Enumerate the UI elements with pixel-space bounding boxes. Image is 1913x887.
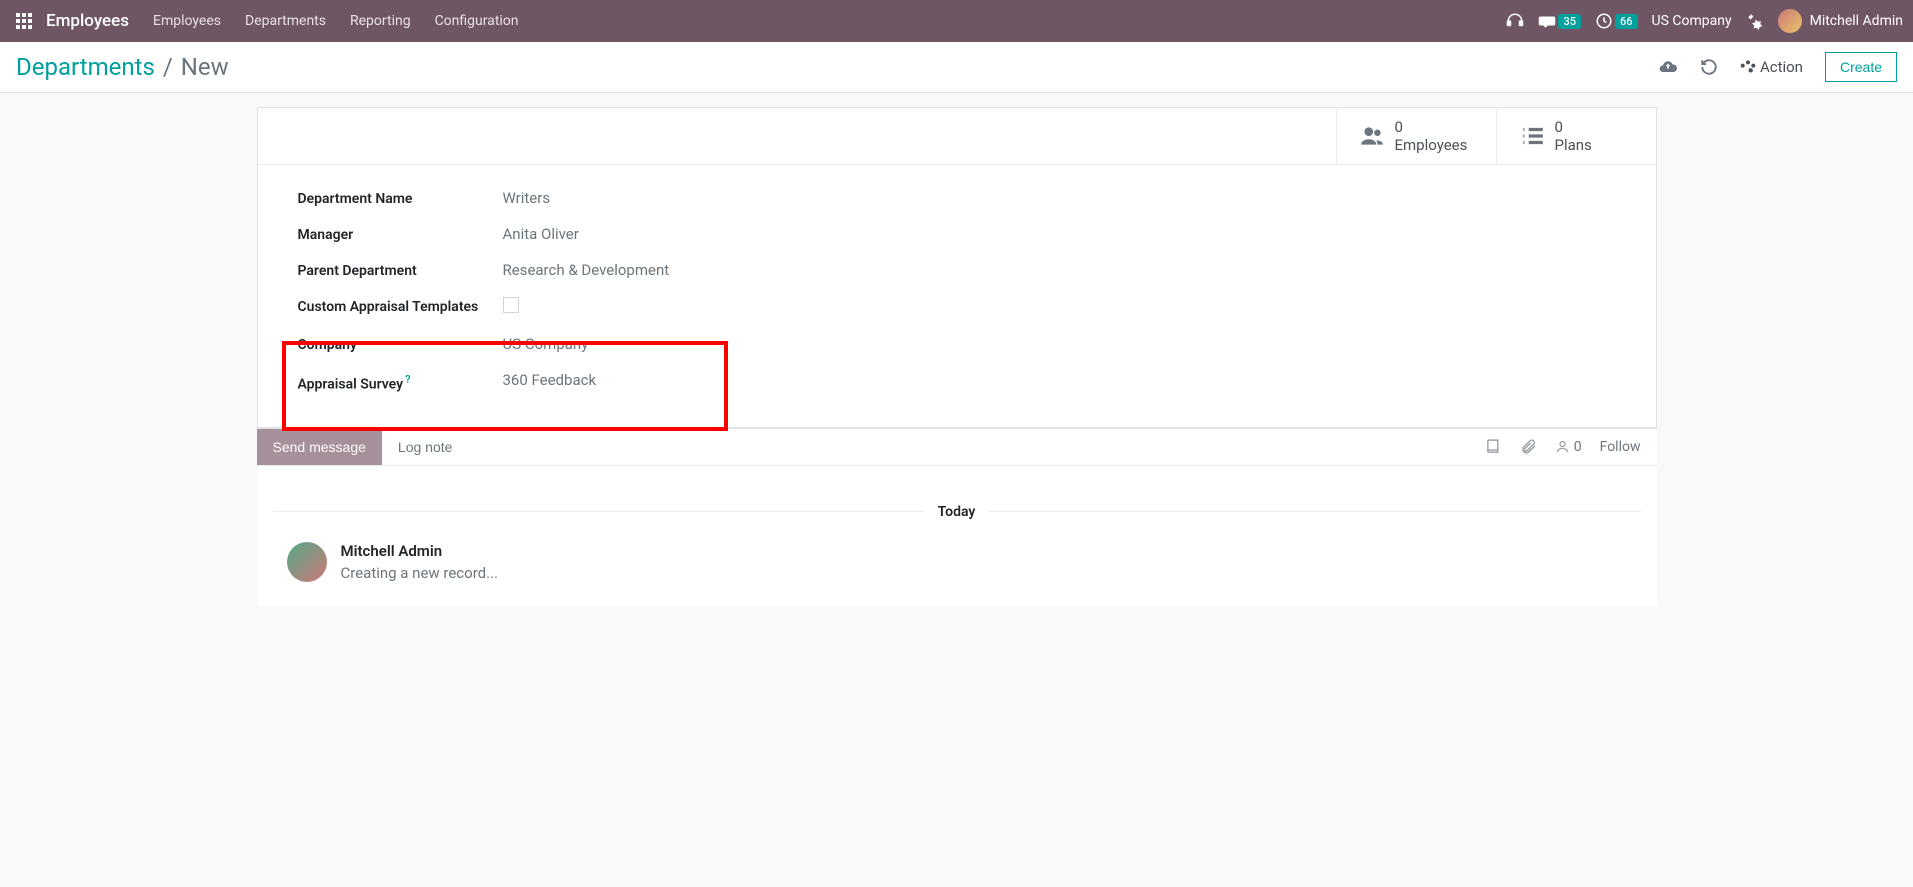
undo-icon[interactable] (1700, 58, 1718, 76)
company-selector[interactable]: US Company (1652, 13, 1732, 29)
message-text: Creating a new record... (341, 564, 499, 582)
messages-icon[interactable]: 35 (1538, 12, 1581, 30)
row-department-name: Department Name Writers (298, 189, 1616, 207)
nav-menu-configuration[interactable]: Configuration (435, 13, 519, 29)
label-custom-appraisal: Custom Appraisal Templates (298, 297, 503, 315)
label-manager: Manager (298, 225, 503, 243)
voip-icon[interactable] (1506, 12, 1524, 30)
top-navbar: Employees Employees Departments Reportin… (0, 0, 1913, 42)
user-menu[interactable]: Mitchell Admin (1778, 9, 1903, 33)
log-note-button[interactable]: Log note (382, 429, 469, 465)
stat-plans-button[interactable]: 0 Plans (1496, 108, 1656, 164)
users-icon (1359, 123, 1385, 149)
label-parent-department: Parent Department (298, 261, 503, 279)
checkbox-custom-appraisal[interactable] (503, 297, 519, 313)
value-appraisal-survey[interactable]: 360 Feedback (503, 371, 597, 389)
breadcrumb-current: New (181, 53, 229, 81)
breadcrumb-root[interactable]: Departments (16, 53, 155, 81)
create-button[interactable]: Create (1825, 52, 1897, 82)
row-manager: Manager Anita Oliver (298, 225, 1616, 243)
follow-button[interactable]: Follow (1600, 439, 1641, 455)
send-message-button[interactable]: Send message (257, 429, 382, 465)
stat-plans-label: Plans (1555, 136, 1592, 154)
action-label: Action (1760, 58, 1803, 76)
form-container: 0 Employees 0 Plans Department Name Writ… (0, 93, 1913, 428)
row-appraisal-survey: Appraisal Survey? 360 Feedback (298, 371, 1616, 393)
stat-employees-label: Employees (1395, 136, 1468, 154)
messages-badge: 35 (1558, 14, 1581, 29)
chatter-tools: 0 Follow (1485, 438, 1657, 455)
breadcrumb: Departments / New (16, 53, 229, 81)
activities-icon[interactable]: 66 (1595, 12, 1638, 30)
chatter: Send message Log note 0 Follow Today Mi (257, 428, 1657, 606)
user-name: Mitchell Admin (1810, 13, 1903, 29)
control-panel-right: Action Create (1658, 52, 1897, 82)
form-sheet: 0 Employees 0 Plans Department Name Writ… (257, 107, 1657, 428)
control-panel: Departments / New Action Create (0, 42, 1913, 93)
value-manager[interactable]: Anita Oliver (503, 225, 579, 243)
value-department-name[interactable]: Writers (503, 189, 551, 207)
stat-employees-count: 0 (1395, 118, 1468, 136)
button-box: 0 Employees 0 Plans (258, 108, 1656, 165)
book-icon[interactable] (1485, 438, 1502, 455)
message-avatar-icon (287, 542, 327, 582)
followers-button[interactable]: 0 (1555, 439, 1582, 455)
action-menu[interactable]: Action (1740, 58, 1803, 76)
nav-menu-employees[interactable]: Employees (153, 13, 221, 29)
debug-icon[interactable] (1746, 12, 1764, 30)
stat-employees-button[interactable]: 0 Employees (1336, 108, 1496, 164)
date-separator-label: Today (924, 504, 990, 520)
attachment-icon[interactable] (1520, 438, 1537, 455)
message-author: Mitchell Admin (341, 542, 499, 560)
value-parent-department[interactable]: Research & Development (503, 261, 670, 279)
message-thread: Today Mitchell Admin Creating a new reco… (257, 466, 1657, 606)
date-separator: Today (273, 504, 1641, 520)
stat-plans-count: 0 (1555, 118, 1592, 136)
row-custom-appraisal: Custom Appraisal Templates (298, 297, 1616, 317)
nav-right: 35 66 US Company Mitchell Admin (1506, 9, 1903, 33)
label-appraisal-survey: Appraisal Survey? (298, 371, 503, 393)
help-icon[interactable]: ? (405, 373, 410, 386)
nav-menu-reporting[interactable]: Reporting (350, 13, 411, 29)
list-icon (1519, 123, 1545, 149)
value-company[interactable]: US Company (503, 335, 589, 353)
label-company: Company (298, 335, 503, 353)
label-department-name: Department Name (298, 189, 503, 207)
row-parent-department: Parent Department Research & Development (298, 261, 1616, 279)
followers-count: 0 (1574, 439, 1582, 455)
nav-menu-departments[interactable]: Departments (245, 13, 326, 29)
form-body: Department Name Writers Manager Anita Ol… (258, 165, 1656, 427)
cloud-upload-icon[interactable] (1658, 57, 1678, 77)
nav-menu: Employees Departments Reporting Configur… (153, 13, 519, 29)
breadcrumb-sep: / (163, 53, 173, 81)
user-avatar-icon (1778, 9, 1802, 33)
row-company: Company US Company (298, 335, 1616, 353)
message-item: Mitchell Admin Creating a new record... (273, 542, 1641, 582)
app-brand[interactable]: Employees (46, 11, 129, 31)
chatter-topbar: Send message Log note 0 Follow (257, 428, 1657, 466)
apps-icon[interactable] (10, 7, 38, 35)
activities-badge: 66 (1615, 14, 1638, 29)
